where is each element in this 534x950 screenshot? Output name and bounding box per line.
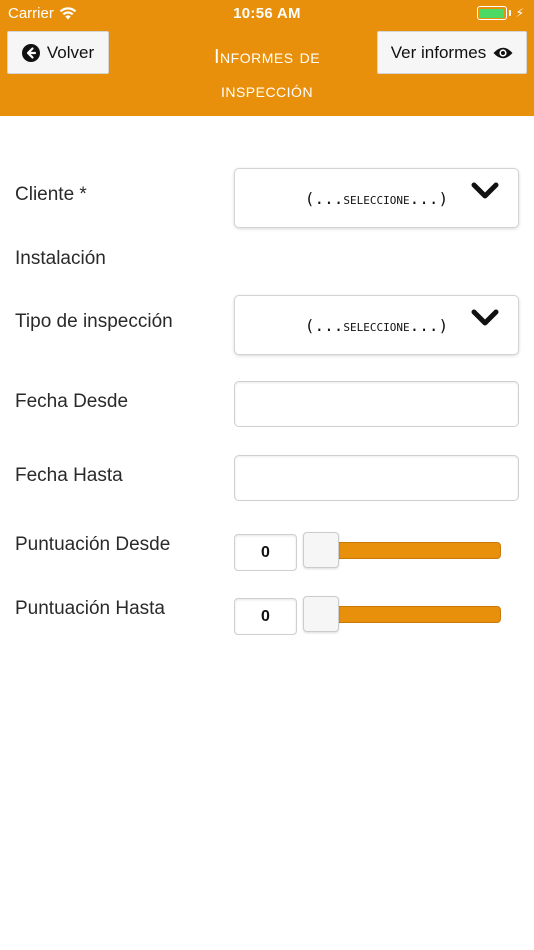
page-title: Informes de inspección xyxy=(150,40,384,108)
tipo-inspeccion-label: Tipo de inspección xyxy=(15,311,173,332)
arrow-left-circle-icon xyxy=(21,43,40,62)
fecha-hasta-input[interactable] xyxy=(234,455,519,501)
back-button[interactable]: Volver xyxy=(7,31,109,74)
puntuacion-hasta-label: Puntuación Hasta xyxy=(15,598,165,619)
header-bar: Volver Informes de inspección Ver inform… xyxy=(0,26,534,116)
tipo-inspeccion-select[interactable]: (...seleccione...) xyxy=(234,295,519,355)
page-title-line1: Informes de xyxy=(213,46,321,68)
status-time: 10:56 AM xyxy=(233,5,301,22)
puntuacion-desde-input[interactable] xyxy=(234,534,297,571)
charging-bolt-icon: ⚡ xyxy=(515,6,524,20)
page-title-line2: inspección xyxy=(220,80,314,102)
chevron-down-icon xyxy=(471,309,499,326)
slider-thumb[interactable] xyxy=(303,532,339,568)
view-reports-button[interactable]: Ver informes xyxy=(377,31,527,74)
battery-icon: ⚡ xyxy=(476,6,524,20)
cliente-select[interactable]: (...seleccione...) xyxy=(234,168,519,228)
fecha-desde-input[interactable] xyxy=(234,381,519,427)
fecha-desde-label: Fecha Desde xyxy=(15,391,129,412)
instalacion-label: Instalación xyxy=(15,248,106,269)
puntuacion-desde-label: Puntuación Desde xyxy=(15,534,171,555)
chevron-down-icon xyxy=(471,182,499,199)
puntuacion-hasta-input[interactable] xyxy=(234,598,297,635)
eye-icon xyxy=(493,47,513,58)
puntuacion-desde-slider[interactable] xyxy=(303,532,501,568)
puntuacion-hasta-slider[interactable] xyxy=(303,596,501,632)
slider-thumb[interactable] xyxy=(303,596,339,632)
status-bar: Carrier 10:56 AM ⚡ xyxy=(0,0,534,26)
back-button-label: Volver xyxy=(46,42,95,62)
fecha-hasta-label: Fecha Hasta xyxy=(15,465,123,486)
view-reports-label: Ver informes xyxy=(390,42,487,62)
cliente-label: Cliente * xyxy=(15,184,87,205)
